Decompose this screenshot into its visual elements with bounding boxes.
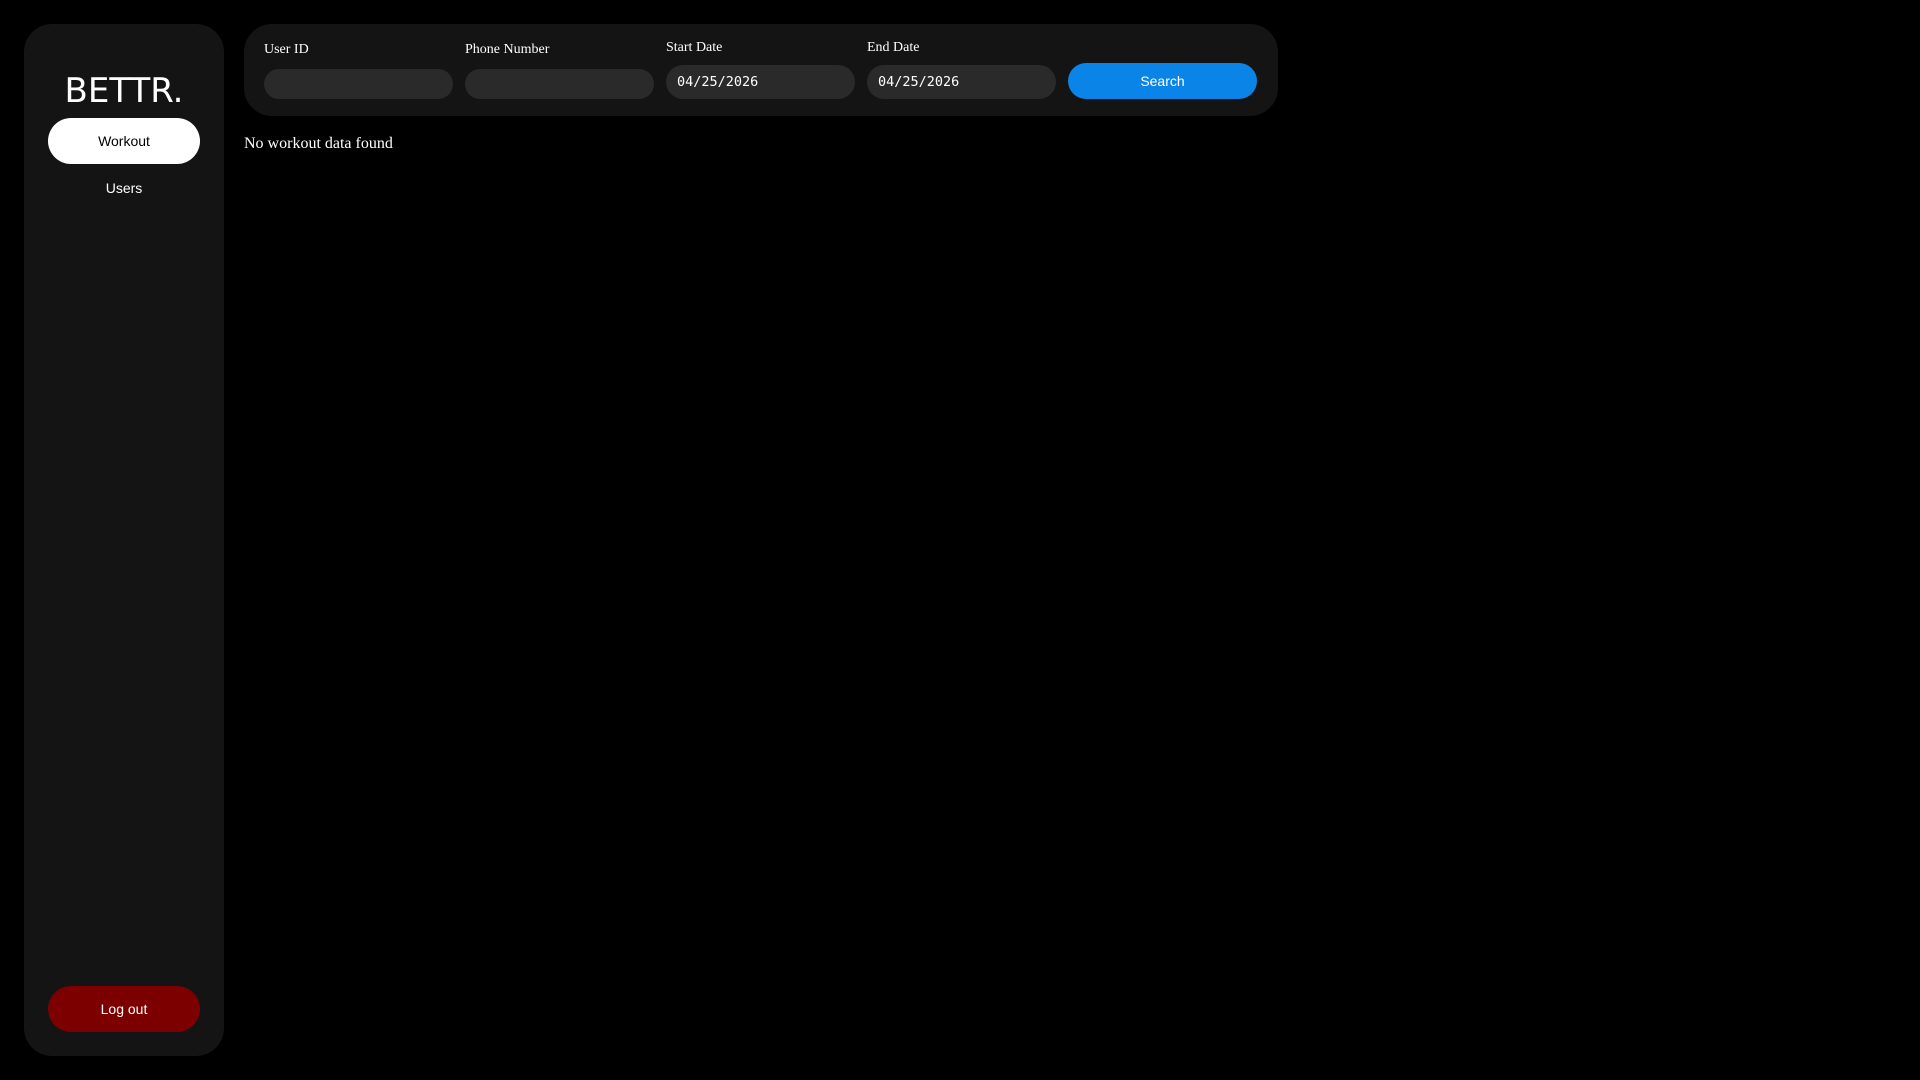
- phone-number-label: Phone Number: [465, 42, 550, 57]
- user-id-field-group: User ID: [264, 42, 453, 99]
- phone-number-field-group: Phone Number: [465, 42, 654, 99]
- start-date-value: 04/25/2026: [677, 74, 759, 90]
- sidebar-item-users[interactable]: Users: [48, 165, 200, 211]
- sidebar-item-workout[interactable]: Workout: [48, 118, 200, 164]
- start-date-input[interactable]: 04/25/2026: [666, 65, 855, 99]
- logout-button[interactable]: Log out: [48, 986, 200, 1032]
- user-id-input[interactable]: [264, 69, 453, 99]
- phone-number-input[interactable]: [465, 69, 654, 99]
- start-date-field-group: Start Date 04/25/2026: [666, 40, 855, 99]
- end-date-input[interactable]: 04/25/2026: [867, 65, 1056, 99]
- end-date-label: End Date: [867, 40, 920, 55]
- sidebar: BETTR. Workout Users Log out: [24, 24, 224, 1056]
- start-date-label: Start Date: [666, 40, 723, 55]
- end-date-value: 04/25/2026: [878, 74, 960, 90]
- filter-bar: User ID Phone Number Start Date 04/25/20…: [244, 24, 1278, 116]
- user-id-label: User ID: [264, 42, 309, 57]
- app-logo: BETTR.: [64, 71, 184, 111]
- end-date-field-group: End Date 04/25/2026: [867, 40, 1056, 99]
- empty-state-message: No workout data found: [244, 135, 393, 152]
- search-button[interactable]: Search: [1068, 63, 1257, 99]
